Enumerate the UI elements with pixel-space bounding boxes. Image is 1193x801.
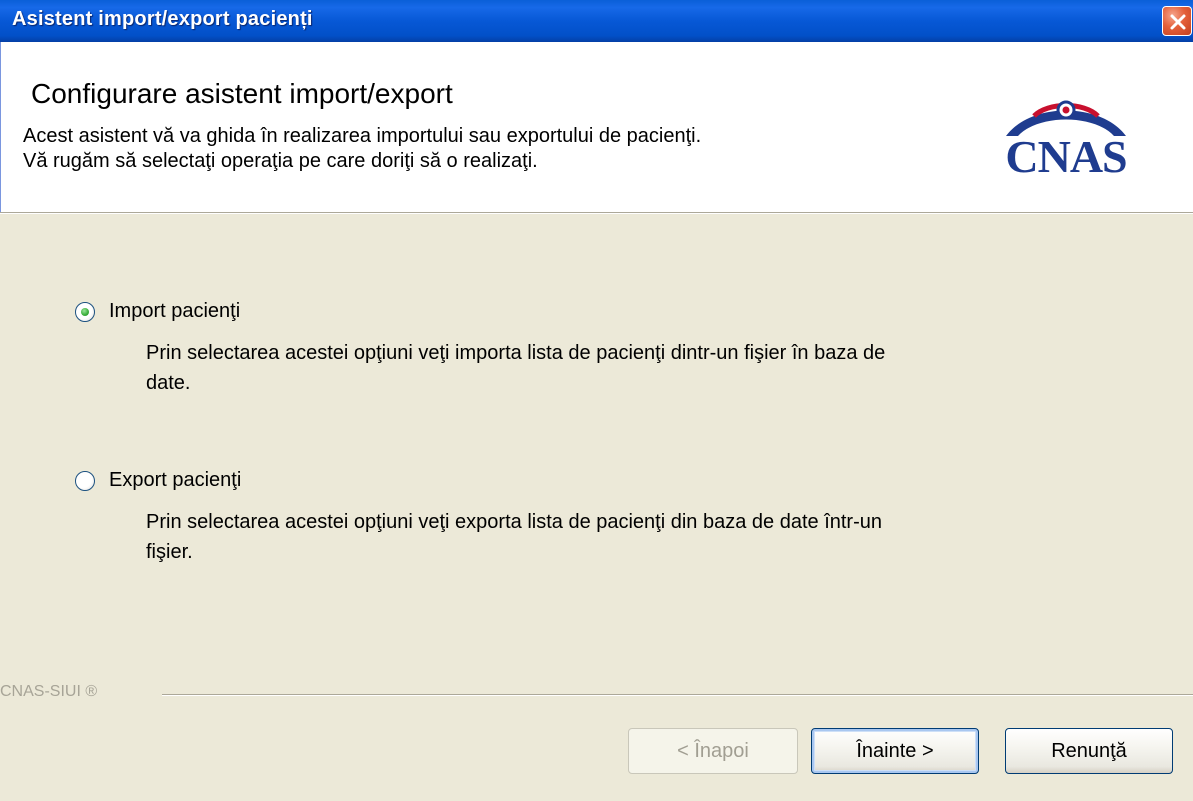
import-radio-button[interactable] [75, 302, 95, 322]
export-radio-button[interactable] [75, 471, 95, 491]
header-panel: Configurare asistent import/export Acest… [0, 42, 1193, 212]
window-title: Asistent import/export pacienți [12, 8, 313, 30]
wizard-window: Asistent import/export pacienți Configur… [0, 0, 1193, 801]
export-radio-row[interactable]: Export pacienţi [75, 469, 1155, 497]
import-radio-label[interactable]: Import pacienţi [109, 300, 240, 323]
import-radio-row[interactable]: Import pacienţi [75, 300, 1155, 328]
import-description-line: date. [146, 372, 191, 394]
option-export: Export pacienţi Prin selectarea acestei … [75, 469, 1155, 563]
cnas-logo: CNAS [976, 90, 1156, 182]
footer-separator [162, 694, 1193, 696]
export-description-line: Prin selectarea acestei opţiuni veţi exp… [146, 511, 882, 533]
cnas-logo-text: CNAS [1005, 131, 1127, 182]
header-description: Acest asistent vă va ghida în realizarea… [23, 124, 701, 174]
header-description-line: Vă rugăm să selectaţi operaţia pe care d… [23, 150, 538, 172]
import-description-line: Prin selectarea acestei opţiuni veţi imp… [146, 342, 886, 364]
header-description-line: Acest asistent vă va ghida în realizarea… [23, 125, 702, 147]
next-button[interactable]: Înainte > [811, 728, 979, 774]
page-title: Configurare asistent import/export [31, 78, 453, 109]
header-separator [0, 212, 1193, 214]
export-radio-label[interactable]: Export pacienţi [109, 469, 241, 492]
option-import: Import pacienţi Prin selectarea acestei … [75, 300, 1155, 394]
close-button[interactable] [1162, 6, 1192, 36]
cancel-button[interactable]: Renunţă [1005, 728, 1173, 774]
close-icon [1170, 14, 1186, 30]
brand-label: CNAS-SIUI ® [0, 683, 98, 700]
back-button[interactable]: < Înapoi [628, 728, 798, 774]
import-description: Prin selectarea acestei opţiuni veţi imp… [146, 338, 1156, 398]
radio-selected-dot [81, 308, 89, 316]
export-description-line: fişier. [146, 541, 193, 563]
title-bar[interactable]: Asistent import/export pacienți [0, 0, 1193, 42]
export-description: Prin selectarea acestei opţiuni veţi exp… [146, 507, 1156, 567]
